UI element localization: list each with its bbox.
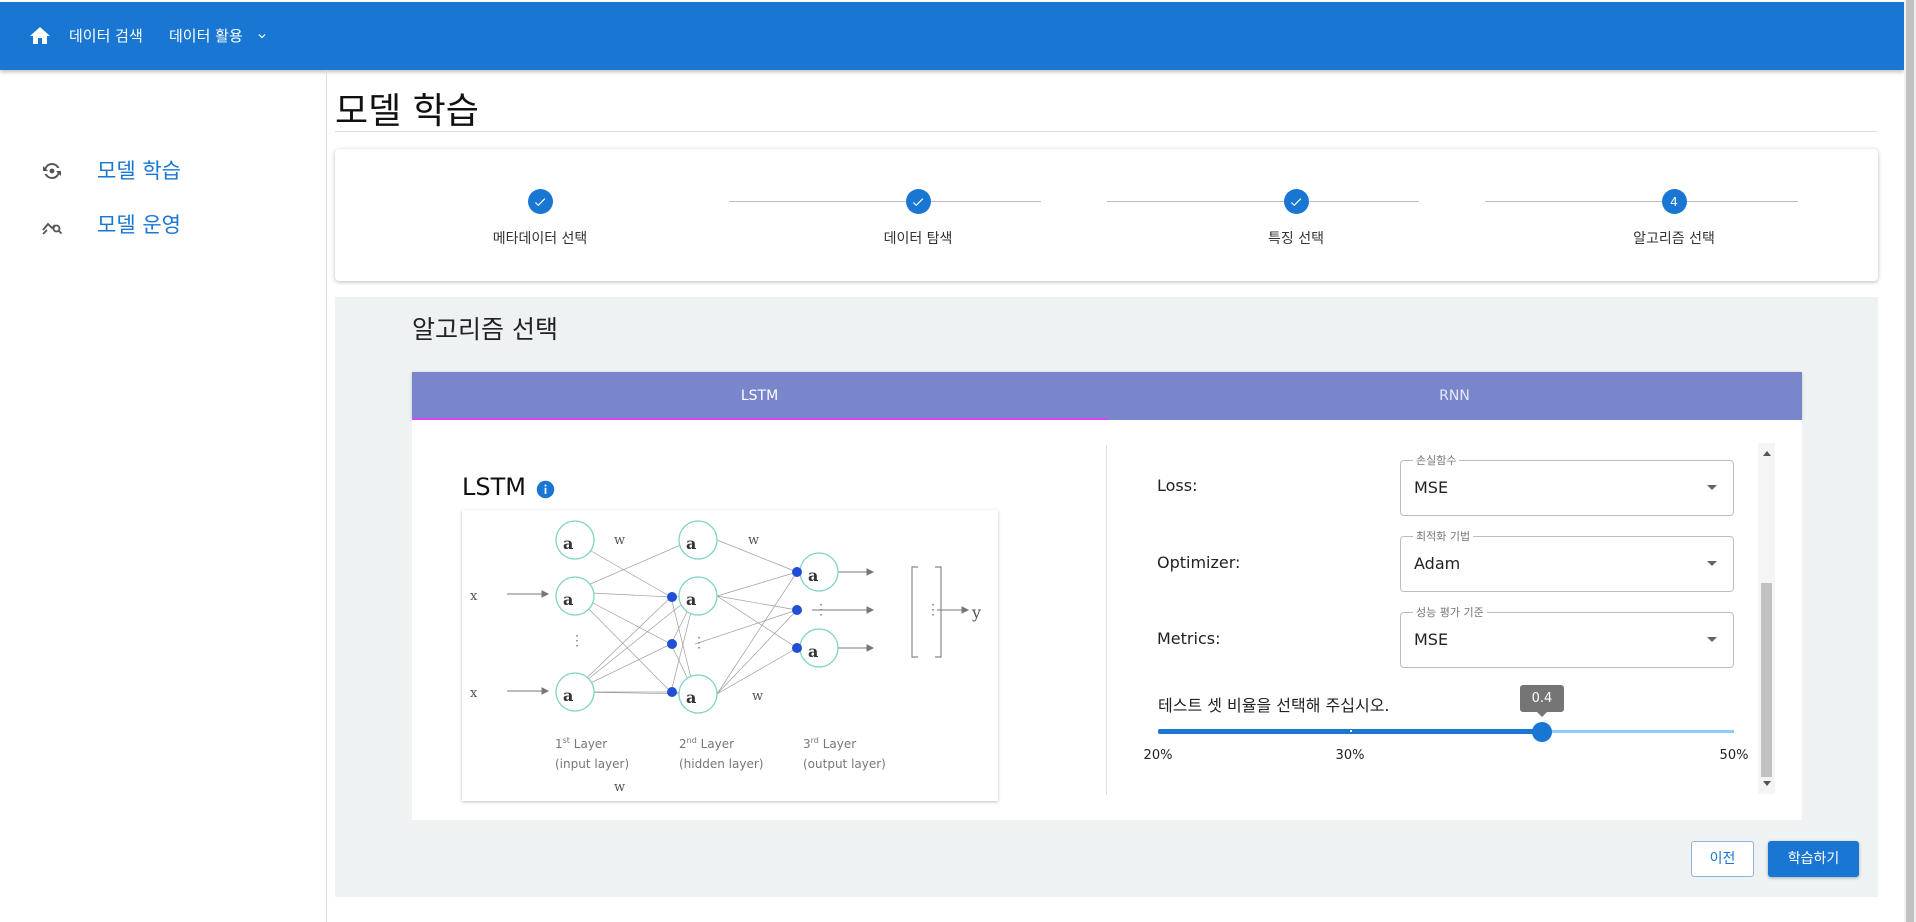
step-label: 알고리즘 선택 [1633,231,1715,247]
loss-value: MSE [1414,478,1449,497]
step-label: 특징 선택 [1268,231,1324,247]
window-scrollbar[interactable] [1904,0,1916,922]
scrollbar-thumb[interactable] [1761,583,1772,777]
sidebar: 모델 학습 모델 운영 [0,70,327,922]
loss-select[interactable]: 손실함수 MSE [1400,452,1734,516]
slider-value-tooltip: 0.4 [1520,685,1564,717]
input-label: x [470,686,478,701]
test-ratio-label: 테스트 셋 비율을 선택해 주십시오. [1158,696,1390,715]
step-data-explore[interactable]: 데이터 탐색 [818,189,1018,248]
top-app-bar: 데이터 검색 데이터 활용 [0,2,1904,70]
svg-text:a: a [686,590,696,609]
svg-text:(output layer): (output layer) [803,757,886,771]
svg-text:w: w [614,780,625,795]
lstm-network-diagram: a a a a a a a a x x y ⋮ ⋮ ⋮ ⋮ 1st Layer (input l… [462,510,998,801]
slider-mark [1350,730,1352,732]
input-label: x [470,589,478,604]
optimizer-label: Optimizer: [1157,553,1241,572]
svg-text:a: a [686,688,696,707]
metrics-label: Metrics: [1157,629,1221,648]
home-icon[interactable] [28,24,52,48]
card-scrollbar[interactable] [1758,443,1775,794]
stepper: 메타데이터 선택 데이터 탐색 특징 선택 4 알고리즘 선택 [335,149,1878,281]
dropdown-arrow-icon [1707,485,1717,490]
slider-tick-label: 30% [1335,748,1365,763]
info-icon[interactable] [535,479,556,500]
output-label: y [971,603,981,622]
svg-text:2nd Layer: 2nd Layer [679,736,734,751]
svg-text:⋮: ⋮ [570,633,584,649]
slider-tick-label: 50% [1719,748,1749,763]
slider-thumb[interactable] [1532,722,1552,742]
nav-data-use[interactable]: 데이터 활용 [169,2,243,70]
optimizer-value: Adam [1414,554,1461,573]
sidebar-item-label: 모델 학습 [97,159,181,183]
dropdown-arrow-icon [1707,637,1717,642]
test-ratio-slider[interactable] [1158,722,1734,742]
divider [335,131,1877,132]
svg-text:3rd Layer: 3rd Layer [803,736,856,751]
metrics-select[interactable]: 성능 평가 기준 MSE [1400,604,1734,668]
optimizer-legend: 최적화 기법 [1413,528,1474,544]
step-label: 메타데이터 선택 [492,231,588,247]
svg-text:a: a [563,686,573,705]
svg-text:1st Layer: 1st Layer [555,736,607,751]
svg-text:a: a [808,566,818,585]
chevron-down-icon[interactable] [255,29,269,43]
model-title: LSTM [462,473,526,501]
step-metadata[interactable]: 메타데이터 선택 [440,189,640,248]
slider-tick-label: 20% [1143,748,1173,763]
step-feature[interactable]: 특징 선택 [1196,189,1396,248]
svg-text:(input layer): (input layer) [555,757,629,771]
sidebar-item-model-operation[interactable]: 모델 운영 [36,204,296,244]
svg-text:w: w [748,533,759,548]
metrics-legend: 성능 평가 기준 [1413,604,1487,620]
divider [1106,445,1107,795]
check-icon [527,189,553,214]
metrics-value: MSE [1414,630,1449,649]
svg-text:⋮: ⋮ [814,602,828,618]
sidebar-item-label: 모델 운영 [97,213,181,237]
algorithm-tabs: LSTM RNN [412,372,1802,420]
svg-text:w: w [752,689,763,704]
dropdown-arrow-icon [1707,561,1717,566]
svg-text:a: a [563,534,573,553]
loss-legend: 손실함수 [1413,452,1460,468]
nav-data-search[interactable]: 데이터 검색 [69,2,143,70]
train-button[interactable]: 학습하기 [1768,841,1859,877]
section-heading: 알고리즘 선택 [412,315,558,344]
svg-text:⋮: ⋮ [926,602,940,618]
check-icon [1283,189,1309,214]
optimizer-select[interactable]: 최적화 기법 Adam [1400,528,1734,592]
svg-text:a: a [563,590,573,609]
svg-text:a: a [808,642,818,661]
svg-text:⋮: ⋮ [692,635,706,651]
check-icon [905,189,931,214]
svg-text:(hidden layer): (hidden layer) [679,757,763,771]
scroll-down-icon[interactable] [1763,781,1771,786]
step-label: 데이터 탐색 [883,231,953,247]
loss-label: Loss: [1157,476,1198,495]
prev-button[interactable]: 이전 [1691,841,1754,877]
tab-lstm[interactable]: LSTM [412,372,1107,420]
svg-text:a: a [686,534,696,553]
model-training-icon [43,163,61,179]
step-number: 4 [1661,189,1687,214]
page-title: 모델 학습 [335,91,479,132]
sidebar-item-model-training[interactable]: 모델 학습 [36,150,296,190]
tab-rnn[interactable]: RNN [1107,372,1802,420]
svg-text:w: w [614,533,625,548]
scroll-up-icon[interactable] [1763,451,1771,456]
step-algorithm[interactable]: 4 알고리즘 선택 [1574,189,1774,248]
query-stats-icon [42,222,63,235]
